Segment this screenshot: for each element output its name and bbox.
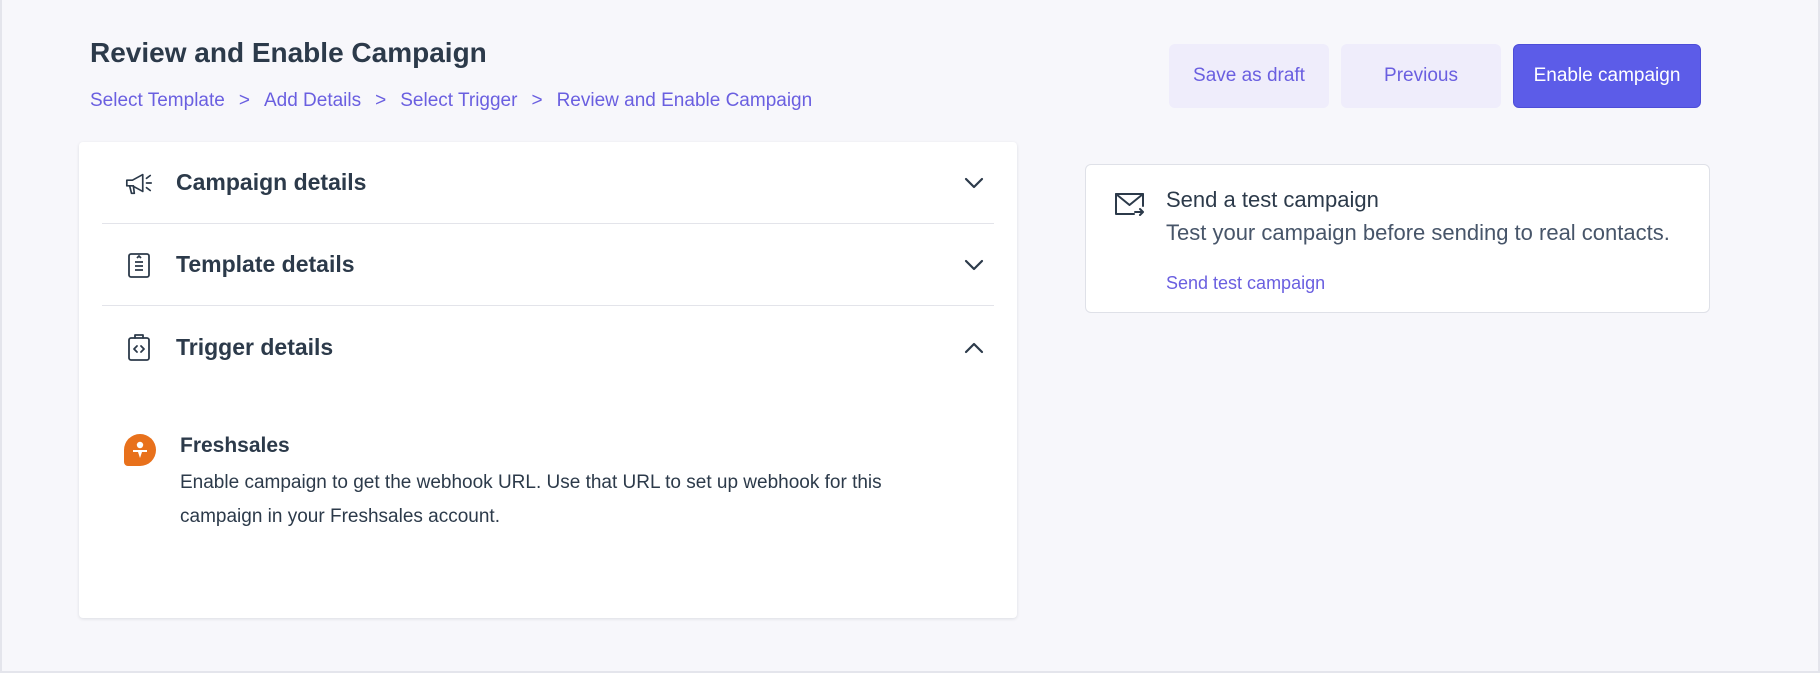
trigger-app-info: Freshsales Enable campaign to get the we… (180, 434, 940, 534)
trigger-app-description: Enable campaign to get the webhook URL. … (180, 472, 882, 527)
document-icon (124, 250, 154, 280)
save-draft-button[interactable]: Save as draft (1169, 44, 1329, 108)
breadcrumb: Select Template > Add Details > Select T… (90, 90, 812, 112)
send-test-campaign-link[interactable]: Send test campaign (1166, 273, 1325, 294)
breadcrumb-select-trigger[interactable]: Select Trigger (400, 90, 517, 112)
megaphone-icon (124, 168, 154, 198)
accordion-title: Template details (176, 251, 355, 277)
test-campaign-card: Send a test campaign Test your campaign … (1085, 164, 1710, 313)
breadcrumb-separator: > (375, 90, 387, 111)
breadcrumb-review-enable[interactable]: Review and Enable Campaign (557, 90, 813, 112)
accordion-campaign-details[interactable]: Campaign details (102, 142, 994, 224)
breadcrumb-add-details[interactable]: Add Details (264, 90, 361, 112)
breadcrumb-separator: > (238, 90, 250, 111)
trigger-app-name: Freshsales (180, 434, 290, 457)
chevron-down-icon[interactable] (962, 171, 986, 195)
breadcrumb-separator: > (531, 90, 543, 111)
previous-button[interactable]: Previous (1341, 44, 1501, 108)
freshsales-logo-icon (124, 434, 156, 466)
chevron-down-icon[interactable] (962, 253, 986, 277)
chevron-up-icon[interactable] (962, 336, 986, 360)
enable-campaign-button[interactable]: Enable campaign (1513, 44, 1701, 108)
mail-send-icon (1114, 190, 1146, 218)
details-accordion: Campaign details Template details Trigge… (79, 142, 1017, 618)
test-campaign-subtitle: Test your campaign before sending to rea… (1166, 220, 1670, 245)
code-clipboard-icon (124, 333, 154, 363)
header-actions: Save as draft Previous Enable campaign (1169, 44, 1701, 108)
breadcrumb-select-template[interactable]: Select Template (90, 90, 225, 112)
accordion-template-details[interactable]: Template details (102, 224, 994, 306)
accordion-trigger-details[interactable]: Trigger details (102, 307, 994, 388)
page-header: Review and Enable Campaign Select Templa… (90, 36, 812, 112)
test-campaign-title: Send a test campaign (1166, 187, 1379, 212)
accordion-title: Campaign details (176, 169, 367, 195)
accordion-title: Trigger details (176, 334, 334, 360)
page-title: Review and Enable Campaign (90, 37, 487, 68)
trigger-details-body: Freshsales Enable campaign to get the we… (124, 434, 924, 534)
